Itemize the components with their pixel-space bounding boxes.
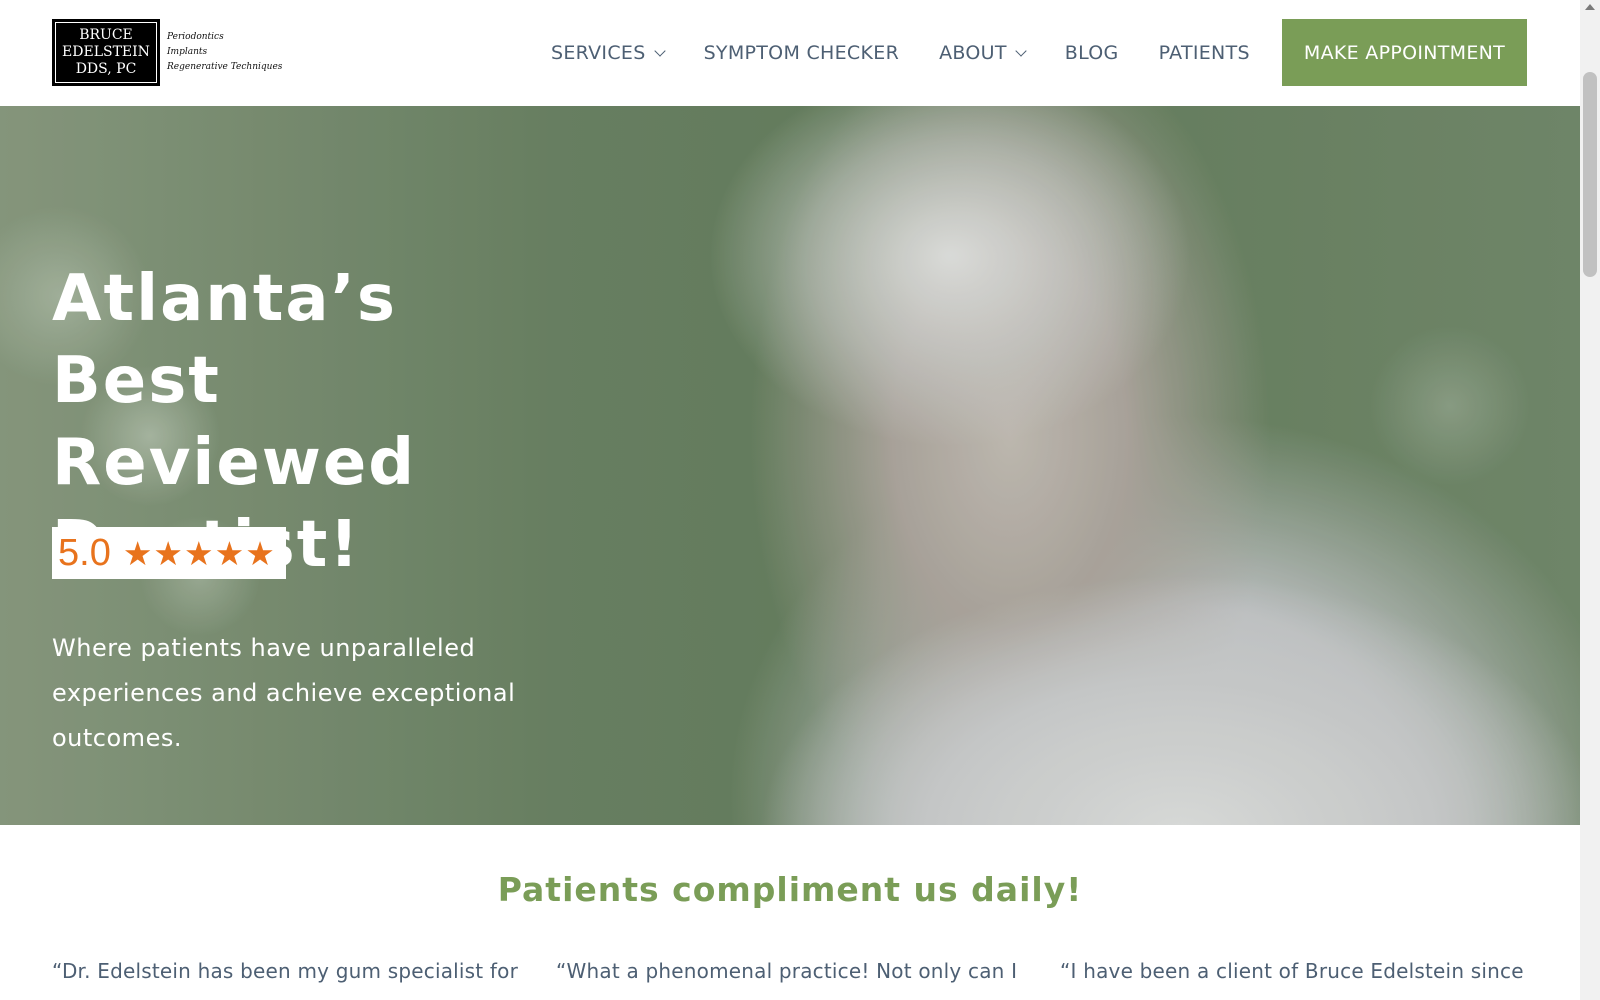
nav-item-label: BLOG bbox=[1064, 42, 1119, 64]
testimonial-quote: “What a phenomenal practice! Not only ca… bbox=[556, 959, 1018, 983]
nav-item-label: ABOUT bbox=[939, 42, 1007, 64]
logo-mark: BRUCE EDELSTEIN DDS, PC bbox=[52, 19, 160, 86]
scroll-up-arrow-icon[interactable] bbox=[1585, 4, 1595, 10]
nav-item-label: SYMPTOM CHECKER bbox=[703, 42, 900, 64]
star-icon: ★ bbox=[184, 533, 214, 573]
nav-item-about[interactable]: ABOUT bbox=[939, 42, 1027, 64]
hero-banner: Atlanta’s Best Reviewed Dentist! 5.0 ★ ★… bbox=[0, 106, 1580, 825]
nav-item-blog[interactable]: BLOG bbox=[1065, 42, 1119, 64]
make-appointment-button[interactable]: MAKE APPOINTMENT bbox=[1282, 19, 1527, 86]
logo-taglines: Periodontics Implants Regenerative Techn… bbox=[167, 30, 282, 75]
page-scrollbar[interactable] bbox=[1580, 0, 1600, 1000]
main-nav: SERVICES SYMPTOM CHECKER ABOUT BLOG PATI… bbox=[551, 0, 1290, 106]
testimonial-quote: “I have been a client of Bruce Edelstein… bbox=[1060, 959, 1524, 983]
logo-line-1: BRUCE bbox=[79, 27, 133, 43]
site-header: BRUCE EDELSTEIN DDS, PC Periodontics Imp… bbox=[0, 0, 1580, 106]
rating-score: 5.0 bbox=[58, 531, 111, 574]
star-icon: ★ bbox=[245, 533, 275, 573]
rating-badge: 5.0 ★ ★ ★ ★ ★ bbox=[52, 527, 286, 579]
hero-title-line-2: Reviewed bbox=[52, 426, 417, 500]
logo-tagline-periodontics: Periodontics bbox=[167, 32, 224, 42]
logo[interactable]: BRUCE EDELSTEIN DDS, PC Periodontics Imp… bbox=[52, 19, 282, 86]
star-rating: ★ ★ ★ ★ ★ bbox=[123, 537, 276, 570]
nav-item-patients[interactable]: PATIENTS bbox=[1159, 42, 1250, 64]
star-icon: ★ bbox=[153, 533, 184, 573]
star-icon: ★ bbox=[122, 533, 153, 573]
testimonial-quote: “Dr. Edelstein has been my gum specialis… bbox=[52, 959, 518, 983]
hero-subtitle: Where patients have unparalleled experie… bbox=[52, 626, 532, 761]
hero-subtitle-line-1: Where patients have unparalleled bbox=[52, 634, 476, 662]
logo-tagline-implants: Implants bbox=[167, 47, 208, 57]
chevron-down-icon bbox=[1015, 45, 1027, 57]
star-icon: ★ bbox=[214, 533, 245, 573]
hero-subtitle-line-2: experiences and achieve exceptional bbox=[52, 679, 516, 707]
testimonials-heading: Patients compliment us daily! bbox=[497, 870, 1083, 909]
nav-item-services[interactable]: SERVICES bbox=[551, 42, 666, 64]
scrollbar-thumb[interactable] bbox=[1583, 72, 1597, 277]
nav-item-label: PATIENTS bbox=[1158, 42, 1250, 64]
logo-line-3: DDS, PC bbox=[75, 61, 137, 77]
hero-subtitle-line-3: outcomes. bbox=[52, 724, 182, 752]
logo-tagline-regenerative: Regenerative Techniques bbox=[167, 62, 283, 72]
nav-item-label: SERVICES bbox=[551, 42, 646, 64]
nav-item-symptom-checker[interactable]: SYMPTOM CHECKER bbox=[704, 42, 900, 64]
logo-line-2: EDELSTEIN bbox=[62, 44, 150, 60]
hero-title-line-1: Atlanta’s Best bbox=[52, 262, 397, 418]
chevron-down-icon bbox=[653, 45, 666, 57]
